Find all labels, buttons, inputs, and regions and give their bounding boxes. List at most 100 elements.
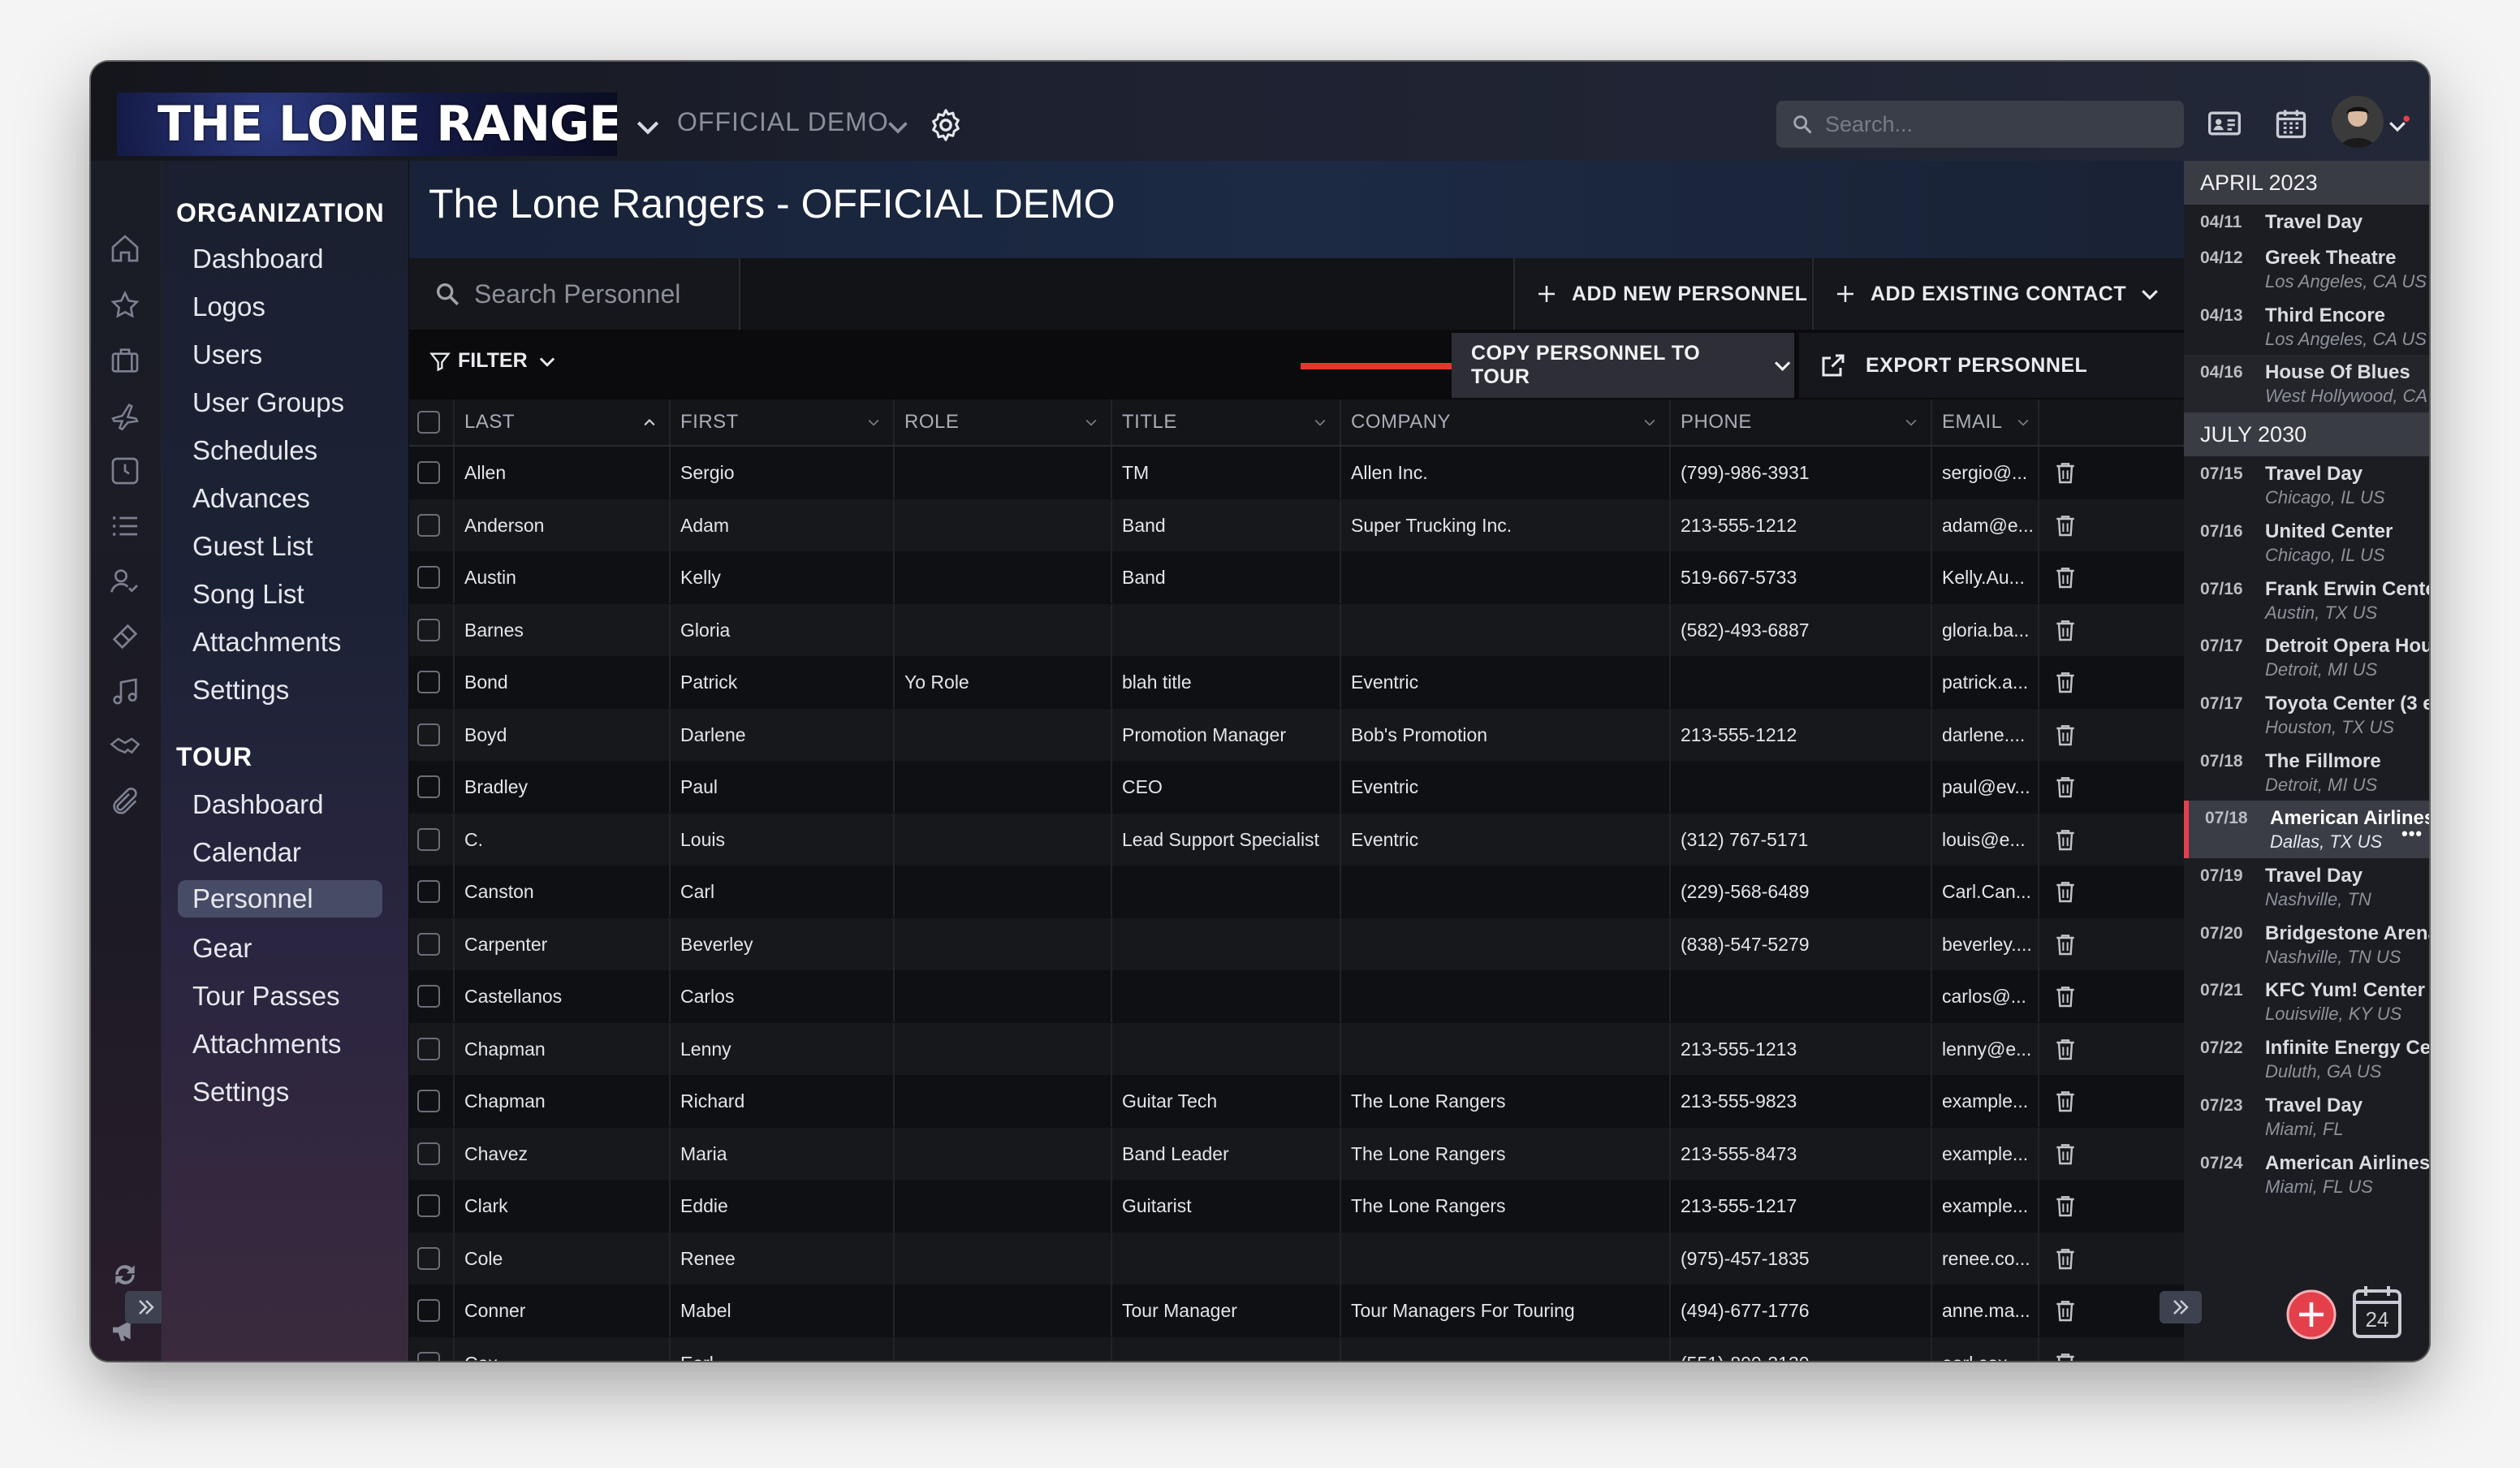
nav-org-song-list[interactable]: Song List [192, 579, 304, 610]
trash-icon[interactable] [2052, 1141, 2078, 1167]
tour-date-item[interactable]: 07/15 Travel Day Chicago, IL US [2184, 456, 2429, 514]
row-checkbox[interactable] [417, 461, 440, 484]
select-all-checkbox[interactable] [417, 411, 440, 434]
chevron-down-icon[interactable] [883, 112, 913, 141]
trash-icon[interactable] [2052, 983, 2078, 1009]
nav-tour-settings[interactable]: Settings [192, 1077, 289, 1107]
handshake-icon[interactable] [109, 731, 141, 763]
nav-tour-attachments[interactable]: Attachments [192, 1029, 341, 1060]
nav-org-advances[interactable]: Advances [192, 483, 310, 514]
trash-icon[interactable] [2052, 827, 2078, 853]
clock-icon[interactable] [109, 455, 141, 487]
organization-logo[interactable]: THE LONE RANGERS [117, 93, 617, 156]
more-options-icon[interactable]: ••• [2401, 823, 2423, 844]
personnel-search-input[interactable] [472, 278, 736, 310]
add-event-icon[interactable] [2286, 1289, 2337, 1340]
column-header-role[interactable]: ROLE [895, 399, 1112, 445]
row-checkbox[interactable] [417, 1194, 440, 1217]
trash-icon[interactable] [2052, 1088, 2078, 1114]
nav-org-users[interactable]: Users [192, 339, 262, 370]
tour-date-item[interactable]: 04/11 Travel Day [2184, 205, 2429, 240]
tour-date-item[interactable]: 07/16 United Center Chicago, IL US [2184, 514, 2429, 572]
nav-tour-calendar[interactable]: Calendar [192, 837, 301, 868]
tour-date-item[interactable]: 07/18American Airlines CenterDallas, TX … [2184, 801, 2429, 858]
nav-org-guest-list[interactable]: Guest List [192, 531, 313, 562]
nav-tour-gear[interactable]: Gear [192, 933, 252, 964]
row-checkbox[interactable] [417, 1246, 440, 1270]
copy-personnel-to-tour-button[interactable]: COPY PERSONNEL TO TOUR [1452, 333, 1794, 398]
trash-icon[interactable] [2052, 931, 2078, 957]
table-row[interactable]: Castellanos Carlos carlos@... [409, 970, 2184, 1022]
row-checkbox[interactable] [417, 1142, 440, 1165]
tour-date-item[interactable]: 04/12 Greek Theatre Los Angeles, CA US [2184, 240, 2429, 298]
table-row[interactable]: Chapman Richard Guitar Tech The Lone Ranger… [409, 1075, 2184, 1127]
table-row[interactable]: Bradley Paul CEO Eventric paul@ev... [409, 761, 2184, 813]
export-personnel-button[interactable]: EXPORT PERSONNEL [1799, 333, 2184, 398]
tour-date-item[interactable]: 07/19 Travel Day Nashville, TN [2184, 858, 2429, 916]
trash-icon[interactable] [2052, 1193, 2078, 1219]
table-row[interactable]: Austin Kelly Band 519-667-5733 Kelly.Au... [409, 551, 2184, 603]
row-checkbox[interactable] [417, 827, 440, 851]
trash-icon[interactable] [2052, 1246, 2078, 1272]
tour-date-item[interactable]: 07/17 Toyota Center (3 events)Houston, TX… [2184, 686, 2429, 744]
tour-date-item[interactable]: 07/18 The Fillmore Detroit, MI US [2184, 744, 2429, 801]
nav-tour-passes[interactable]: Tour Passes [192, 981, 340, 1012]
tour-date-item[interactable]: 07/17 Detroit Opera HouseDetroit, MI US [2184, 628, 2429, 686]
ticket-icon[interactable] [109, 620, 141, 653]
tour-date-item[interactable]: 07/22 Infinite Energy CenterDuluth, GA US [2184, 1030, 2429, 1088]
trash-icon[interactable] [2052, 1350, 2078, 1362]
today-calendar-button[interactable]: 24 [2351, 1283, 2403, 1340]
trash-icon[interactable] [2052, 564, 2078, 590]
tour-date-item[interactable]: 07/21 KFC Yum! Center Louisville, KY US [2184, 973, 2429, 1030]
add-new-personnel-button[interactable]: ADD NEW PERSONNEL [1513, 258, 1810, 330]
table-row[interactable]: Allen Sergio TM Allen Inc. (799)-986-3931 ser… [409, 447, 2184, 499]
user-avatar[interactable] [2332, 96, 2384, 148]
user-check-icon[interactable] [109, 565, 141, 598]
star-icon[interactable] [109, 289, 141, 322]
tour-date-item[interactable]: 07/16 Frank Erwin Center Austin, TX US [2184, 572, 2429, 629]
column-header-phone[interactable]: PHONE [1671, 399, 1932, 445]
table-row[interactable]: Anderson Adam Band Super Trucking Inc. 213-5… [409, 499, 2184, 551]
column-header-title[interactable]: TITLE [1112, 399, 1341, 445]
filter-button[interactable]: FILTER [429, 349, 559, 373]
row-checkbox[interactable] [417, 932, 440, 956]
calendar-icon[interactable] [2273, 106, 2309, 141]
tour-date-item[interactable]: 04/16 House Of BluesWest Hollywood, CA US [2184, 355, 2429, 413]
tour-date-item[interactable]: 07/24 American Airlines ArenaMiami, FL US [2184, 1146, 2429, 1203]
table-row[interactable]: Chapman Lenny 213-555-1213 lenny@e... [409, 1022, 2184, 1075]
nav-org-settings[interactable]: Settings [192, 675, 289, 706]
table-row[interactable]: Cole Renee (975)-457-1835 renee.co... [409, 1232, 2184, 1284]
music-note-icon[interactable] [109, 676, 141, 708]
trash-icon[interactable] [2052, 512, 2078, 538]
row-checkbox[interactable] [417, 671, 440, 693]
trash-icon[interactable] [2052, 722, 2078, 748]
row-checkbox[interactable] [417, 985, 440, 1008]
trash-icon[interactable] [2052, 1036, 2078, 1062]
table-row[interactable]: CoxEarl (551)-800-3130earl.cox... [409, 1336, 2184, 1362]
trash-icon[interactable] [2052, 617, 2078, 643]
nav-org-dashboard[interactable]: Dashboard [192, 244, 323, 274]
expand-tour-sidebar-button[interactable] [2160, 1291, 2202, 1323]
nav-org-attachments[interactable]: Attachments [192, 627, 341, 658]
column-header-email[interactable]: EMAIL [1932, 399, 2039, 445]
trash-icon[interactable] [2052, 669, 2078, 695]
nav-org-schedules[interactable]: Schedules [192, 435, 317, 466]
nav-tour-dashboard[interactable]: Dashboard [192, 789, 323, 820]
global-search[interactable] [1776, 101, 2184, 148]
column-header-last[interactable]: LAST [455, 399, 671, 445]
trash-icon[interactable] [2052, 879, 2078, 905]
column-header-first[interactable]: FIRST [671, 399, 895, 445]
contact-card-icon[interactable] [2207, 106, 2242, 141]
nav-org-user-groups[interactable]: User Groups [192, 387, 344, 418]
trash-icon[interactable] [2052, 460, 2078, 486]
row-checkbox[interactable] [417, 723, 440, 746]
row-checkbox[interactable] [417, 1299, 440, 1322]
tour-date-item[interactable]: 07/23 Travel Day Miami, FL [2184, 1088, 2429, 1146]
row-checkbox[interactable] [417, 618, 440, 641]
table-row[interactable]: Canston Carl (229)-568-6489 Carl.Can... [409, 866, 2184, 918]
table-row[interactable]: Carpenter Beverley (838)-547-5279 beverley.… [409, 918, 2184, 970]
row-checkbox[interactable] [417, 1090, 440, 1112]
table-row[interactable]: Barnes Gloria (582)-493-6887 gloria.ba... [409, 603, 2184, 656]
row-checkbox[interactable] [417, 513, 440, 537]
chevron-down-icon[interactable] [2385, 114, 2410, 138]
